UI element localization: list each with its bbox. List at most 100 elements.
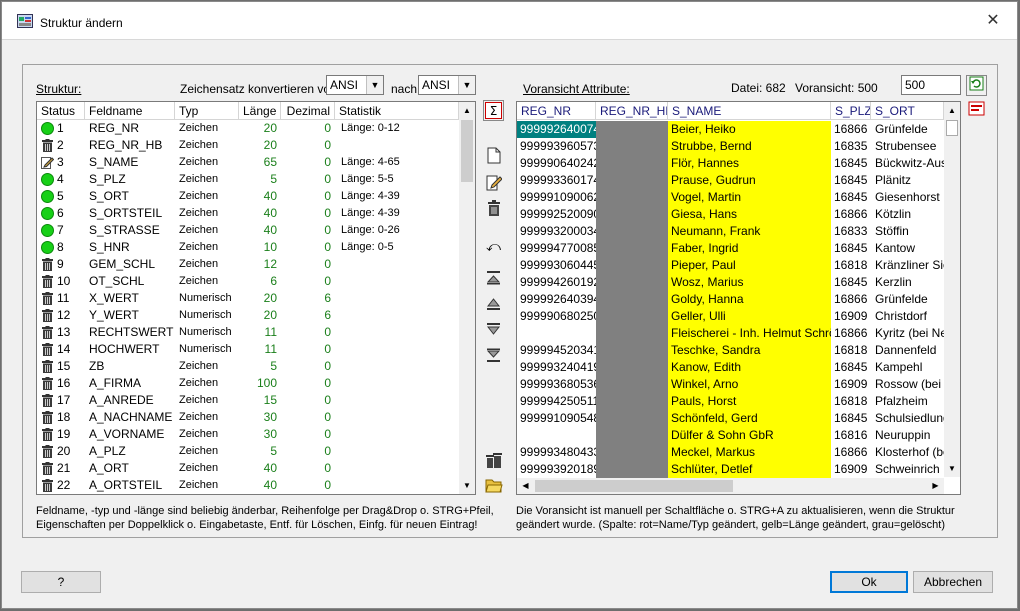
- scroll-thumb[interactable]: [946, 120, 958, 136]
- preview-row[interactable]: 999993360174 Prause, Gudrun 16845 Plänitz: [517, 172, 944, 189]
- structure-row[interactable]: 12 Y_WERT Numerisch 20 6: [37, 307, 459, 324]
- delete-icon[interactable]: [483, 200, 504, 221]
- status-ok-icon: [41, 122, 54, 135]
- preview-row[interactable]: 999994250511 Pauls, Horst 16818 Pfalzheim: [517, 393, 944, 410]
- preview-row[interactable]: 999992640394 Goldy, Hanna 16866 Grünfelde: [517, 291, 944, 308]
- structure-row[interactable]: 16 A_FIRMA Zeichen 100 0: [37, 375, 459, 392]
- scroll-up-icon[interactable]: ▲: [459, 102, 475, 119]
- column-header-reg-nr[interactable]: REG_NR: [517, 102, 596, 120]
- structure-row[interactable]: 3 S_NAME Zeichen 65 0 Länge: 4-65: [37, 154, 459, 171]
- preview-row[interactable]: 999993680536 Winkel, Arno 16909 Rossow (bei…: [517, 376, 944, 393]
- structure-row[interactable]: 15 ZB Zeichen 5 0: [37, 358, 459, 375]
- column-header-status[interactable]: Status: [37, 102, 85, 120]
- preview-row[interactable]: 999993240419 Kanow, Edith 16845 Kampehl: [517, 359, 944, 376]
- preview-row[interactable]: 999991090062 Vogel, Martin 16845 Giesenhors…: [517, 189, 944, 206]
- preview-row[interactable]: 999992640074 Beier, Heiko 16866 Grünfelde: [517, 121, 944, 138]
- move-down-icon[interactable]: [483, 322, 504, 343]
- scroll-up-icon[interactable]: ▲: [944, 102, 960, 119]
- preview-row[interactable]: 999993060445 Pieper, Paul 16818 Kränzliner …: [517, 257, 944, 274]
- structure-row[interactable]: 22 A_ORTSTEIL Zeichen 40 0: [37, 477, 459, 494]
- scroll-right-icon[interactable]: ▶: [927, 478, 944, 494]
- preview-row[interactable]: 999994260192 Wosz, Marius 16845 Kerzlin: [517, 274, 944, 291]
- preview-row[interactable]: 999994520341 Teschke, Sandra 16818 Dannenfe…: [517, 342, 944, 359]
- title-bar[interactable]: Struktur ändern ✕: [2, 2, 1017, 40]
- help-button[interactable]: ?: [21, 571, 101, 593]
- column-header-statistik[interactable]: Statistik: [335, 102, 459, 120]
- field-statistic: Länge: 4-39: [341, 207, 400, 219]
- structure-row[interactable]: 21 A_ORT Zeichen 40 0: [37, 460, 459, 477]
- sum-icon[interactable]: Σ: [483, 100, 504, 121]
- structure-row[interactable]: 19 A_VORNAME Zeichen 30 0: [37, 426, 459, 443]
- structure-row[interactable]: 17 A_ANREDE Zeichen 15 0: [37, 392, 459, 409]
- cancel-button[interactable]: Abbrechen: [913, 571, 993, 593]
- edit-icon[interactable]: [483, 174, 504, 195]
- structure-row[interactable]: 20 A_PLZ Zeichen 5 0: [37, 443, 459, 460]
- field-type: Zeichen: [179, 224, 219, 236]
- column-header-s-ort[interactable]: S_ORT: [871, 102, 944, 120]
- structure-row[interactable]: 1 REG_NR Zeichen 20 0 Länge: 0-12: [37, 120, 459, 137]
- chevron-down-icon[interactable]: ▼: [458, 76, 475, 94]
- preview-row[interactable]: 999993200034 Neumann, Frank 16833 Stöffin: [517, 223, 944, 240]
- structure-row[interactable]: 6 S_ORTSTEIL Zeichen 40 0 Länge: 4-39: [37, 205, 459, 222]
- preview-row[interactable]: 999994770085 Faber, Ingrid 16845 Kantow: [517, 240, 944, 257]
- refresh-icon[interactable]: [966, 75, 987, 96]
- ok-button[interactable]: Ok: [830, 571, 908, 593]
- chevron-down-icon[interactable]: ▼: [366, 76, 383, 94]
- structure-row[interactable]: 4 S_PLZ Zeichen 5 0 Länge: 5-5: [37, 171, 459, 188]
- structure-scrollbar[interactable]: ▲ ▼: [459, 102, 475, 494]
- scroll-thumb[interactable]: [461, 120, 473, 182]
- structure-row[interactable]: 2 REG_NR_HB Zeichen 20 0: [37, 137, 459, 154]
- delete-all-icon[interactable]: [483, 452, 504, 473]
- scroll-down-icon[interactable]: ▼: [459, 477, 475, 494]
- column-header-reg-nr-hb[interactable]: REG_NR_HB: [596, 102, 668, 120]
- cell-s-plz: 16845: [834, 411, 868, 425]
- column-header-dezimal[interactable]: Dezimal: [281, 102, 335, 120]
- charset-to-select[interactable]: ANSI ▼: [418, 75, 476, 95]
- preview-row[interactable]: 999990680250 Geller, Ulli 16909 Christdorf: [517, 308, 944, 325]
- structure-row[interactable]: 18 A_NACHNAME Zeichen 30 0: [37, 409, 459, 426]
- column-header-s-plz[interactable]: S_PLZ: [831, 102, 871, 120]
- move-up-icon[interactable]: [483, 297, 504, 318]
- preview-row[interactable]: 999992520090 Giesa, Hans 16866 Kötzlin: [517, 206, 944, 223]
- preview-row[interactable]: 999991090548 Schönfeld, Gerd 16845 Schulsie…: [517, 410, 944, 427]
- structure-row[interactable]: 7 S_STRASSE Zeichen 40 0 Länge: 0-26: [37, 222, 459, 239]
- preview-count-input[interactable]: 500: [901, 75, 961, 95]
- preview-row[interactable]: Dülfer & Sohn GbR 16816 Neuruppin: [517, 427, 944, 444]
- open-folder-icon[interactable]: [483, 478, 504, 499]
- close-icon[interactable]: ✕: [983, 11, 1003, 31]
- scroll-down-icon[interactable]: ▼: [944, 460, 960, 477]
- cell-s-name: Kanow, Edith: [668, 359, 831, 376]
- structure-row[interactable]: 11 X_WERT Numerisch 20 6: [37, 290, 459, 307]
- scroll-left-icon[interactable]: ◀: [517, 478, 534, 494]
- preview-hscrollbar[interactable]: ◀ ▶: [517, 478, 944, 494]
- structure-row[interactable]: 10 OT_SCHL Zeichen 6 0: [37, 273, 459, 290]
- structure-help-line2: Eigenschaften per Doppelklick o. Eingabe…: [36, 519, 478, 531]
- column-header-typ[interactable]: Typ: [175, 102, 239, 120]
- preview-table[interactable]: REG_NR REG_NR_HB S_NAME S_PLZ S_ORT 99999264…: [516, 101, 961, 495]
- preview-row[interactable]: 999990640242 Flör, Hannes 16845 Bückwitz-Au…: [517, 155, 944, 172]
- preview-vscrollbar[interactable]: ▲ ▼: [944, 102, 960, 477]
- preview-row[interactable]: Fleischerei - Inh. Helmut Schröder16866 K…: [517, 325, 944, 342]
- structure-row[interactable]: 5 S_ORT Zeichen 40 0 Länge: 4-39: [37, 188, 459, 205]
- move-bottom-icon[interactable]: [483, 348, 504, 369]
- trash-icon: [42, 428, 53, 441]
- hscroll-thumb[interactable]: [535, 480, 733, 492]
- new-icon[interactable]: [483, 147, 504, 168]
- column-header-feldname[interactable]: Feldname: [85, 102, 175, 120]
- field-length: 10: [263, 240, 277, 254]
- preview-row[interactable]: 999993480433 Meckel, Markus 16866 Klosterho…: [517, 444, 944, 461]
- structure-row[interactable]: 9 GEM_SCHL Zeichen 12 0: [37, 256, 459, 273]
- structure-list[interactable]: Status Feldname Typ Länge Dezimal Statistik 1…: [36, 101, 476, 495]
- structure-row[interactable]: 13 RECHTSWERT Numerisch 11 0: [37, 324, 459, 341]
- preview-row[interactable]: 999993920189 Schlüter, Detlef 16909 Schwein…: [517, 461, 944, 478]
- structure-row[interactable]: 14 HOCHWERT Numerisch 11 0: [37, 341, 459, 358]
- move-top-icon[interactable]: [483, 270, 504, 291]
- charset-from-select[interactable]: ANSI ▼: [326, 75, 384, 95]
- column-header-s-name[interactable]: S_NAME: [668, 102, 831, 120]
- structure-row[interactable]: 8 S_HNR Zeichen 10 0 Länge: 0-5: [37, 239, 459, 256]
- field-length: 11: [264, 342, 277, 356]
- preview-options-icon[interactable]: [966, 101, 987, 122]
- preview-row[interactable]: 999993960573 Strubbe, Bernd 16835 Strubense…: [517, 138, 944, 155]
- column-header-länge[interactable]: Länge: [239, 102, 281, 120]
- undo-icon[interactable]: ⤺: [483, 236, 504, 257]
